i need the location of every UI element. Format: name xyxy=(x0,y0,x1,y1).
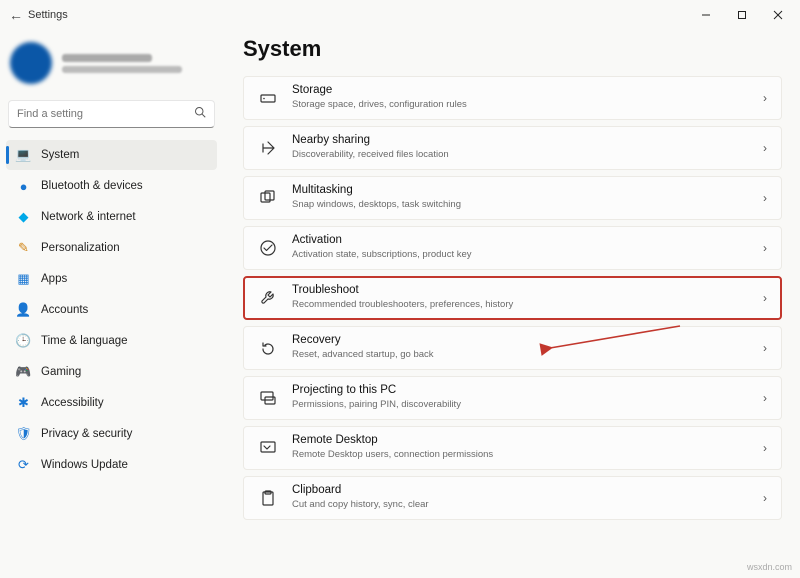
sidebar-item-label: Bluetooth & devices xyxy=(41,180,143,192)
search-icon xyxy=(194,105,206,123)
maximize-button[interactable] xyxy=(724,3,760,27)
chevron-right-icon: › xyxy=(763,191,767,205)
gaming-icon: 🎮 xyxy=(16,365,31,380)
sidebar: 💻 System ● Bluetooth & devices ◆ Network & in… xyxy=(0,30,225,578)
recovery-icon xyxy=(258,339,278,357)
sidebar-item-update[interactable]: ⟳ Windows Update xyxy=(6,450,217,480)
storage-icon xyxy=(258,89,278,107)
item-title: Storage xyxy=(292,84,763,98)
item-subtitle: Storage space, drives, configuration rul… xyxy=(292,98,763,111)
multitask-icon xyxy=(258,189,278,207)
sidebar-item-label: Accessibility xyxy=(41,397,104,409)
item-title: Nearby sharing xyxy=(292,134,763,148)
main-panel: System Storage Storage space, drives, co… xyxy=(225,30,800,578)
item-subtitle: Activation state, subscriptions, product… xyxy=(292,248,763,261)
sidebar-item-time[interactable]: 🕒 Time & language xyxy=(6,326,217,356)
item-title: Projecting to this PC xyxy=(292,384,763,398)
settings-item-nearby[interactable]: Nearby sharing Discoverability, received… xyxy=(243,126,782,170)
projecting-icon xyxy=(258,389,278,407)
remote-icon xyxy=(258,439,278,457)
app-title: Settings xyxy=(28,9,68,21)
chevron-right-icon: › xyxy=(763,341,767,355)
watermark: wsxdn.com xyxy=(747,562,792,572)
user-email-blurred xyxy=(62,66,182,73)
sidebar-item-bluetooth[interactable]: ● Bluetooth & devices xyxy=(6,171,217,201)
item-title: Remote Desktop xyxy=(292,434,763,448)
settings-item-recovery[interactable]: Recovery Reset, advanced startup, go bac… xyxy=(243,326,782,370)
sidebar-item-label: Time & language xyxy=(41,335,128,347)
sidebar-item-accounts[interactable]: 👤 Accounts xyxy=(6,295,217,325)
settings-item-multitask[interactable]: Multitasking Snap windows, desktops, tas… xyxy=(243,176,782,220)
chevron-right-icon: › xyxy=(763,491,767,505)
item-subtitle: Cut and copy history, sync, clear xyxy=(292,498,763,511)
sidebar-item-label: Personalization xyxy=(41,242,120,254)
chevron-right-icon: › xyxy=(763,391,767,405)
update-icon: ⟳ xyxy=(16,458,31,473)
item-subtitle: Discoverability, received files location xyxy=(292,148,763,161)
chevron-right-icon: › xyxy=(763,241,767,255)
sidebar-item-label: Apps xyxy=(41,273,67,285)
sidebar-item-label: Network & internet xyxy=(41,211,136,223)
sidebar-item-label: Accounts xyxy=(41,304,88,316)
accounts-icon: 👤 xyxy=(16,303,31,318)
item-subtitle: Remote Desktop users, connection permiss… xyxy=(292,448,763,461)
avatar xyxy=(10,42,52,84)
time-icon: 🕒 xyxy=(16,334,31,349)
chevron-right-icon: › xyxy=(763,91,767,105)
user-name-blurred xyxy=(62,54,152,62)
item-subtitle: Recommended troubleshooters, preferences… xyxy=(292,298,763,311)
system-icon: 💻 xyxy=(16,148,31,163)
troubleshoot-icon xyxy=(258,289,278,307)
sidebar-item-privacy[interactable]: 🛡 Privacy & security xyxy=(6,419,217,449)
sidebar-item-label: System xyxy=(41,149,79,161)
sidebar-item-system[interactable]: 💻 System xyxy=(6,140,217,170)
chevron-right-icon: › xyxy=(763,291,767,305)
item-title: Multitasking xyxy=(292,184,763,198)
activation-icon xyxy=(258,239,278,257)
chevron-right-icon: › xyxy=(763,141,767,155)
network-icon: ◆ xyxy=(16,210,31,225)
bluetooth-icon: ● xyxy=(16,179,31,194)
sidebar-item-network[interactable]: ◆ Network & internet xyxy=(6,202,217,232)
settings-item-projecting[interactable]: Projecting to this PC Permissions, pairi… xyxy=(243,376,782,420)
page-heading: System xyxy=(243,36,782,62)
apps-icon: ▦ xyxy=(16,272,31,287)
privacy-icon: 🛡 xyxy=(16,427,31,442)
close-button[interactable] xyxy=(760,3,796,27)
search-box[interactable] xyxy=(8,100,215,128)
sidebar-item-label: Privacy & security xyxy=(41,428,132,440)
sidebar-item-personalization[interactable]: ✎ Personalization xyxy=(6,233,217,263)
item-subtitle: Snap windows, desktops, task switching xyxy=(292,198,763,211)
settings-item-clipboard[interactable]: Clipboard Cut and copy history, sync, cl… xyxy=(243,476,782,520)
sidebar-item-label: Windows Update xyxy=(41,459,128,471)
item-title: Clipboard xyxy=(292,484,763,498)
clipboard-icon xyxy=(258,489,278,507)
back-button[interactable]: ← xyxy=(4,7,28,23)
titlebar: ← Settings xyxy=(0,0,800,30)
item-title: Recovery xyxy=(292,334,763,348)
sidebar-item-apps[interactable]: ▦ Apps xyxy=(6,264,217,294)
user-profile[interactable] xyxy=(6,38,217,96)
personalization-icon: ✎ xyxy=(16,241,31,256)
sidebar-item-accessibility[interactable]: ✱ Accessibility xyxy=(6,388,217,418)
sidebar-item-gaming[interactable]: 🎮 Gaming xyxy=(6,357,217,387)
accessibility-icon: ✱ xyxy=(16,396,31,411)
minimize-button[interactable] xyxy=(688,3,724,27)
item-title: Troubleshoot xyxy=(292,284,763,298)
search-input[interactable] xyxy=(17,108,194,120)
sidebar-item-label: Gaming xyxy=(41,366,81,378)
item-subtitle: Reset, advanced startup, go back xyxy=(292,348,763,361)
settings-item-troubleshoot[interactable]: Troubleshoot Recommended troubleshooters… xyxy=(243,276,782,320)
item-subtitle: Permissions, pairing PIN, discoverabilit… xyxy=(292,398,763,411)
nav-list: 💻 System ● Bluetooth & devices ◆ Network & in… xyxy=(6,140,217,480)
nearby-icon xyxy=(258,139,278,157)
settings-item-activation[interactable]: Activation Activation state, subscriptio… xyxy=(243,226,782,270)
chevron-right-icon: › xyxy=(763,441,767,455)
item-title: Activation xyxy=(292,234,763,248)
settings-item-storage[interactable]: Storage Storage space, drives, configura… xyxy=(243,76,782,120)
settings-item-remote[interactable]: Remote Desktop Remote Desktop users, con… xyxy=(243,426,782,470)
